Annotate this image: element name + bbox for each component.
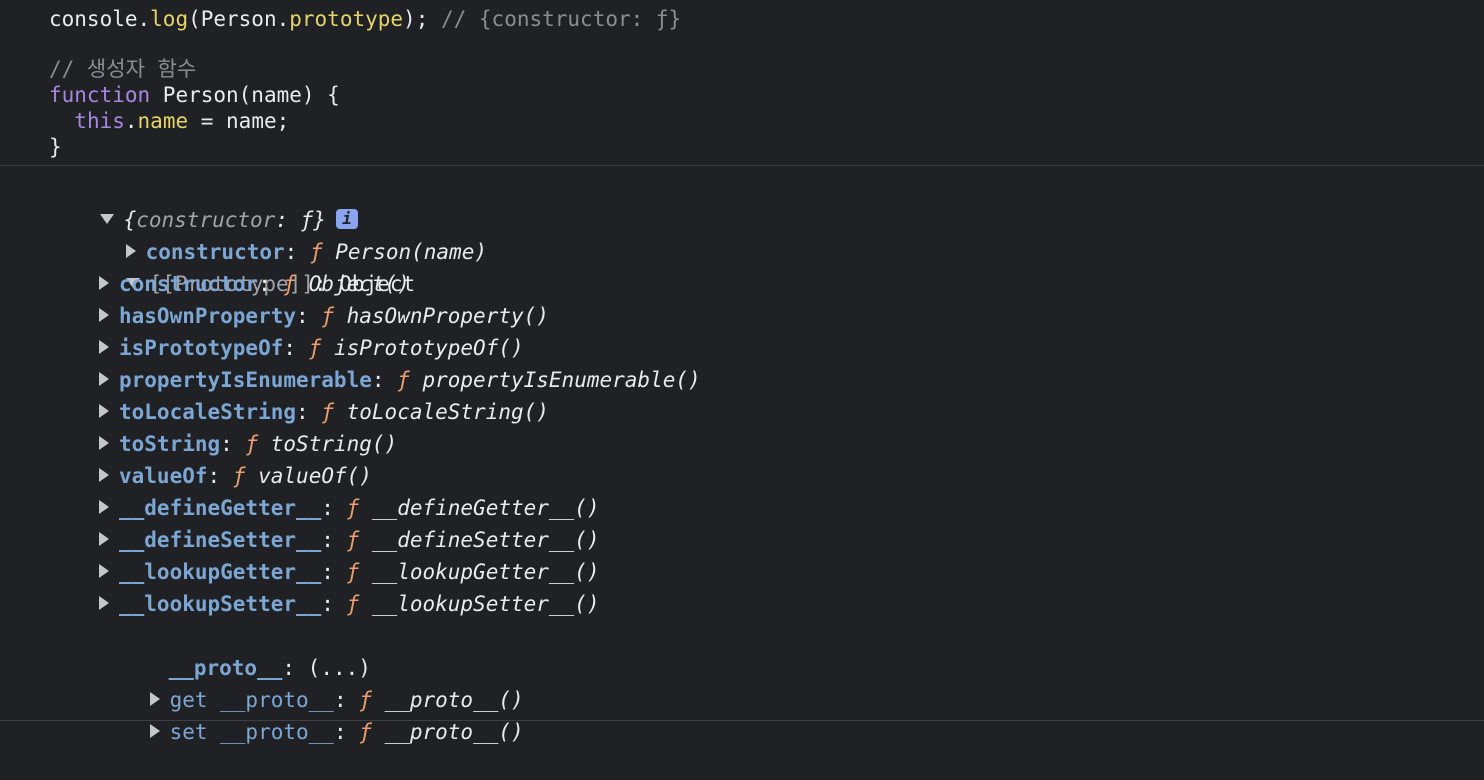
code-keyword: this xyxy=(74,109,125,133)
divider xyxy=(0,720,1484,721)
colon: : xyxy=(207,464,233,488)
function-icon: ƒ xyxy=(245,432,259,456)
code-token: prototype xyxy=(289,7,404,31)
property-value: propertyIsEnumerable() xyxy=(422,368,701,392)
property-value: toString() xyxy=(270,432,398,456)
tree-row-method[interactable]: propertyIsEnumerable: ƒ propertyIsEnumer… xyxy=(99,364,701,396)
function-icon: ƒ xyxy=(397,368,410,392)
function-icon: ƒ xyxy=(232,464,246,488)
property-value: __lookupGetter__() xyxy=(371,560,600,584)
function-icon: ƒ xyxy=(321,400,334,424)
property-value: valueOf() xyxy=(258,464,372,488)
code-line-console-log: console.log(Person.prototype); // {const… xyxy=(49,6,681,32)
function-icon: ƒ xyxy=(346,560,360,584)
function-icon: ƒ xyxy=(321,304,334,328)
code-token: log xyxy=(150,7,189,31)
property-value: hasOwnProperty() xyxy=(346,304,549,328)
code-token: console. xyxy=(49,7,151,31)
tree-row-method[interactable]: __lookupSetter__: ƒ __lookupSetter__() xyxy=(99,588,599,620)
code-token: . xyxy=(124,109,138,133)
property-key: __defineGetter__ xyxy=(119,496,322,520)
function-icon: ƒ xyxy=(346,528,360,552)
tree-row-method[interactable]: isPrototypeOf: ƒ isPrototypeOf() xyxy=(99,332,524,364)
tree-row-method[interactable]: toString: ƒ toString() xyxy=(99,428,397,460)
property-value: __defineGetter__() xyxy=(371,496,600,520)
tree-row-method[interactable]: hasOwnProperty: ƒ hasOwnProperty() xyxy=(99,300,549,332)
colon: : xyxy=(296,400,322,424)
expand-right-icon[interactable] xyxy=(99,404,109,418)
code-line-function-decl: function Person(name) { xyxy=(49,82,340,108)
tree-row-prototype[interactable]: [[Prototype]]: Object xyxy=(75,236,415,296)
expand-right-icon[interactable] xyxy=(99,308,109,322)
property-key: toLocaleString xyxy=(119,400,297,424)
colon: : xyxy=(321,496,347,520)
property-value: __lookupSetter__() xyxy=(371,592,600,616)
object-summary-row[interactable]: {constructor: ƒ} i xyxy=(49,172,358,232)
tree-row-method[interactable]: __defineGetter__: ƒ __defineGetter__() xyxy=(99,492,599,524)
property-value: Object() xyxy=(308,272,410,296)
property-value: toLocaleString() xyxy=(346,400,549,424)
expand-right-icon[interactable] xyxy=(99,596,109,610)
expand-right-icon[interactable] xyxy=(149,724,160,738)
colon: : xyxy=(321,560,347,584)
property-value: __proto__() xyxy=(384,720,524,744)
property-key: toString xyxy=(119,432,221,456)
expand-right-icon[interactable] xyxy=(99,532,109,546)
code-comment: // 생성자 함수 xyxy=(49,57,197,81)
function-icon: ƒ xyxy=(346,496,360,520)
property-key: propertyIsEnumerable xyxy=(119,368,372,392)
code-token: (Person. xyxy=(188,7,290,31)
expand-right-icon[interactable] xyxy=(99,372,109,386)
tree-row-constructor[interactable]: constructor: ƒ Person(name) xyxy=(75,204,487,264)
code-line-close-brace: } xyxy=(49,134,62,160)
colon: : xyxy=(321,528,347,552)
code-token: = name; xyxy=(188,109,290,133)
function-icon: ƒ xyxy=(346,592,360,616)
colon: : xyxy=(258,272,284,296)
property-key: set __proto__ xyxy=(169,720,334,744)
property-key: constructor xyxy=(119,272,259,296)
property-value: __defineSetter__() xyxy=(371,528,600,552)
code-token: name xyxy=(137,109,189,133)
property-key: __lookupGetter__ xyxy=(119,560,322,584)
colon: : xyxy=(371,368,398,392)
tree-row-get-proto[interactable]: get __proto__: ƒ __proto__() xyxy=(99,652,524,712)
property-key: hasOwnProperty xyxy=(119,304,297,328)
function-icon: ƒ xyxy=(359,720,372,744)
code-token: ); xyxy=(403,7,441,31)
tree-row-method[interactable]: valueOf: ƒ valueOf() xyxy=(99,460,372,492)
colon: : xyxy=(296,304,322,328)
function-icon: ƒ xyxy=(283,272,297,296)
tree-row-set-proto[interactable]: set __proto__: ƒ __proto__() xyxy=(99,684,524,744)
colon: : xyxy=(321,592,347,616)
code-line-comment: // 생성자 함수 xyxy=(49,56,196,82)
expand-right-icon[interactable] xyxy=(99,564,109,578)
expand-right-icon[interactable] xyxy=(99,340,109,354)
colon: : xyxy=(283,336,309,360)
tree-row-method[interactable]: __lookupGetter__: ƒ __lookupGetter__() xyxy=(99,556,599,588)
code-comment: // {constructor: ƒ} xyxy=(440,7,682,31)
property-key: __lookupSetter__ xyxy=(119,592,322,616)
expand-right-icon[interactable] xyxy=(99,436,109,450)
colon: : xyxy=(333,720,360,744)
source-code-block: console.log(Person.prototype); // {const… xyxy=(0,0,1484,166)
tree-row-method[interactable]: constructor: ƒ Object() xyxy=(99,268,410,300)
expand-right-icon[interactable] xyxy=(99,276,109,290)
code-keyword: function xyxy=(49,83,151,107)
property-value: isPrototypeOf() xyxy=(333,336,524,360)
colon: : xyxy=(220,432,246,456)
expand-right-icon[interactable] xyxy=(99,468,109,482)
code-token: } xyxy=(49,135,62,159)
expand-right-icon[interactable] xyxy=(99,500,109,514)
function-icon: ƒ xyxy=(308,336,322,360)
property-key: isPrototypeOf xyxy=(119,336,284,360)
tree-row-method[interactable]: toLocaleString: ƒ toLocaleString() xyxy=(99,396,549,428)
code-token: Person(name) { xyxy=(150,83,340,107)
code-line-this-assign: this.name = name; xyxy=(49,108,289,134)
tree-row-proto-accessor[interactable]: __proto__: (...) xyxy=(118,620,371,680)
property-key: __defineSetter__ xyxy=(119,528,322,552)
tree-row-method[interactable]: __defineSetter__: ƒ __defineSetter__() xyxy=(99,524,599,556)
property-key: valueOf xyxy=(119,464,208,488)
